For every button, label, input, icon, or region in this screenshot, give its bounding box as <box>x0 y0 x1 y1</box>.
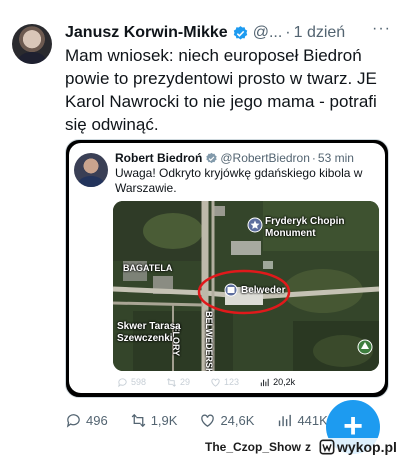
quoted-author-avatar <box>74 153 108 187</box>
map-label-belweder: Belweder <box>241 285 286 296</box>
quoted-author-handle: @RobertBiedron <box>220 151 310 165</box>
quoted-tweet-screenshot: Robert Biedroń @RobertBiedron · 53 min U… <box>69 143 385 393</box>
heart-icon <box>201 414 215 427</box>
quoted-reply-count-value: 598 <box>131 377 147 387</box>
verified-badge-icon <box>233 25 247 40</box>
reply-count: 496 <box>86 412 108 428</box>
quoted-like-icon <box>211 378 220 387</box>
quoted-timestamp: 53 min <box>317 151 354 165</box>
watermark-site: wykop.pl <box>337 439 397 455</box>
views-chart-icon <box>279 414 292 426</box>
quoted-action-bar: 598 29 123 20,2k <box>117 375 379 389</box>
tweet[interactable]: Janusz Korwin-Mikke @... · 1 dzień ··· M… <box>0 0 400 457</box>
quoted-like-count: 123 <box>210 377 239 388</box>
map-label-bagatela: BAGATELA <box>123 263 173 273</box>
quoted-view-count-value: 20,2k <box>273 377 296 387</box>
like-button[interactable]: 24,6K <box>199 412 254 429</box>
repost-count: 1,9K <box>150 412 178 428</box>
tweet-timestamp[interactable]: 1 dzień <box>294 24 346 42</box>
map-label-belwederska: BELWEDERSKA <box>204 311 214 371</box>
quoted-separator-dot: · <box>311 151 316 165</box>
watermark-user: The_Czop_Show <box>205 440 302 454</box>
quoted-views-icon <box>260 378 269 386</box>
tweet-text: Mam wniosek: niech europoseł Biedroń pow… <box>65 46 377 134</box>
satellite-map-image: Fryderyk Chopin Monument BAGATELA Belwed… <box>113 201 379 371</box>
reply-button[interactable]: 496 <box>65 412 108 429</box>
quoted-reply-icon <box>118 377 127 387</box>
view-count: 441K <box>297 412 328 428</box>
repost-icon <box>131 413 146 427</box>
author-name[interactable]: Janusz Korwin-Mikke <box>65 24 228 42</box>
author-handle[interactable]: @... <box>253 24 283 42</box>
quoted-repost-icon <box>167 377 176 387</box>
quoted-repost-count-value: 29 <box>180 377 191 387</box>
map-label-chopin-monument: Fryderyk Chopin Monument <box>265 216 345 239</box>
reply-icon <box>66 413 80 428</box>
more-options-icon[interactable]: ··· <box>372 20 391 38</box>
quoted-author-name: Robert Biedroń <box>115 151 203 165</box>
separator-dot: · <box>285 24 291 41</box>
map-label-skwer: Skwer Tarasa Szewczenki <box>117 321 181 344</box>
quoted-verified-badge-icon <box>206 152 217 163</box>
wykop-logo-icon <box>319 439 335 455</box>
wykop-watermark: The_Czop_Show z wykop.pl <box>203 438 399 456</box>
quoted-view-count: 20,2k <box>259 377 295 388</box>
views-button[interactable]: 441K <box>276 412 328 429</box>
like-count: 24,6K <box>220 412 255 428</box>
repost-button[interactable]: 1,9K <box>130 412 178 429</box>
tweet-header: Janusz Korwin-Mikke @... · 1 dzień ··· <box>65 20 395 44</box>
wykop-logo: wykop.pl <box>319 439 397 455</box>
quoted-repost-count: 29 <box>166 377 190 388</box>
quoted-tweet-card[interactable]: Robert Biedroń @RobertBiedron · 53 min U… <box>65 139 389 398</box>
quoted-tweet-header: Robert Biedroń @RobertBiedron · 53 min <box>115 149 380 167</box>
quoted-like-count-value: 123 <box>224 377 240 387</box>
author-avatar[interactable] <box>12 24 52 64</box>
watermark-suffix: z <box>305 440 312 454</box>
quoted-reply-count: 598 <box>117 377 146 388</box>
quoted-tweet-text: Uwaga! Odkryto kryjówkę gdańskiego kibol… <box>115 166 363 195</box>
tweet-action-bar: 496 1,9K 24,6K 441K <box>65 410 345 430</box>
